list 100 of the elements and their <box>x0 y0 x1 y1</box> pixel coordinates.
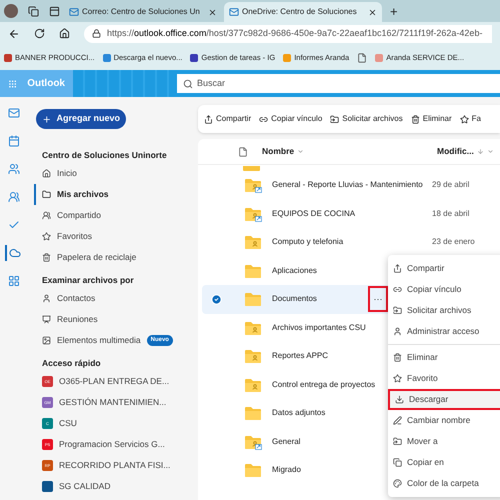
download-icon <box>395 395 404 404</box>
toolbar-button[interactable]: Compartir <box>204 113 252 125</box>
search-field[interactable]: Buscar <box>177 74 500 93</box>
shared-folder-icon <box>244 320 262 336</box>
folder-arrow-icon <box>330 114 340 124</box>
menu-item[interactable]: Cambiar nombre <box>388 410 500 431</box>
reload-icon[interactable] <box>34 28 45 39</box>
sort-arrow-icon <box>476 148 484 155</box>
column-header[interactable]: Modific... <box>437 145 494 158</box>
folder-shortcut-icon <box>244 177 262 194</box>
menu-item[interactable]: Color de la carpeta <box>388 473 500 494</box>
file-row[interactable]: EQUIPOS DE COCINA 18 de abril <box>202 200 496 228</box>
new-tab-button[interactable]: + <box>384 2 404 22</box>
mail-icon <box>69 7 79 17</box>
toolbar-button[interactable]: Eliminar <box>410 113 452 125</box>
modified-date: 29 de abril <box>432 179 470 192</box>
workspaces-icon[interactable] <box>28 6 39 16</box>
tab-actions-icon[interactable] <box>49 6 60 16</box>
star-icon <box>393 374 402 383</box>
close-icon[interactable] <box>208 8 217 16</box>
file-name[interactable]: Datos adjuntos <box>272 407 326 420</box>
menu-item[interactable]: Compartir <box>388 258 500 279</box>
nav-item[interactable]: Mis archivos <box>34 184 196 205</box>
file-name[interactable]: General <box>272 436 300 448</box>
home-icon[interactable] <box>59 28 70 39</box>
trash-icon <box>410 114 420 124</box>
file-name[interactable]: Control entrega de proyectos <box>272 378 376 391</box>
file-row[interactable]: Computo y telefonia 23 de enero <box>202 228 496 256</box>
shared-folder-icon <box>244 348 262 364</box>
file-name[interactable]: Computo y telefonia <box>272 236 344 248</box>
search-placeholder: Buscar <box>197 76 226 90</box>
folder-icon <box>244 262 262 279</box>
file-name[interactable]: General - Reporte Lluvias - Mantenimiento <box>272 179 423 192</box>
link-icon <box>393 285 402 294</box>
nav-item[interactable]: Compartido <box>36 205 196 226</box>
folder-arrow-icon <box>393 306 402 315</box>
presentation-icon <box>42 315 51 324</box>
menu-item[interactable]: Eliminar <box>388 347 500 368</box>
folder-icon <box>244 291 262 308</box>
add-new-button[interactable]: Agregar nuevo <box>36 109 126 129</box>
folder-shortcut-icon <box>244 206 262 222</box>
file-name[interactable]: Migrado <box>272 464 301 476</box>
url-text: https://outlook.office.com/host/377c982d-9686-450e-9a7c-22aeaf1bc162/7211f19f-262a-42eb- <box>107 26 482 40</box>
link-icon <box>259 114 268 124</box>
tab-title: OneDrive: Centro de Soluciones <box>242 6 358 18</box>
section-heading: Examinar archivos por <box>41 274 135 287</box>
share-icon <box>204 114 213 124</box>
modified-date: 23 de enero <box>432 236 475 248</box>
nav-item[interactable]: Papelera de reciclaje <box>36 247 196 268</box>
menu-item[interactable]: Copiar en <box>388 452 500 473</box>
nav-item[interactable]: Contactos <box>42 292 96 305</box>
calendar-icon <box>8 135 20 147</box>
grid-icon <box>8 275 20 287</box>
file-row[interactable]: General - Reporte Lluvias - Mantenimiento 29 de abril <box>202 171 496 200</box>
file-name[interactable]: Aplicaciones <box>272 264 317 277</box>
people-icon <box>42 211 51 220</box>
folder-icon <box>244 462 262 478</box>
nav-item[interactable]: Inicio <box>36 163 196 184</box>
star-icon <box>460 114 469 124</box>
people-icon <box>8 191 20 203</box>
toolbar-button[interactable]: Solicitar archivos <box>330 113 403 125</box>
search-icon <box>183 78 193 88</box>
toolbar-button[interactable]: Copiar vínculo <box>259 113 322 125</box>
caret-icon <box>486 148 494 155</box>
column-header[interactable]: Nombre <box>262 145 437 158</box>
file-name[interactable]: EQUIPOS DE COCINA <box>272 208 356 220</box>
menu-item[interactable]: Favorito <box>388 368 500 389</box>
document-icon[interactable] <box>357 52 368 62</box>
shared-folder-icon <box>244 376 262 393</box>
profile-avatar[interactable] <box>4 4 18 18</box>
folder-icon <box>244 405 262 422</box>
back-icon[interactable] <box>8 28 20 40</box>
more-options-button[interactable]: ··· <box>368 286 388 312</box>
trash-icon <box>393 353 402 362</box>
folder-arrow-icon <box>393 437 402 446</box>
nav-item[interactable]: Elementos multimedia <box>42 334 141 347</box>
browser-tab[interactable]: OneDrive: Centro de Soluciones <box>224 2 382 22</box>
address-bar[interactable]: https://outlook.office.com/host/377c982d-9686-450e-9a7c-22aeaf1bc162/7211f19f-262a-42eb- <box>84 24 492 42</box>
close-icon[interactable] <box>368 8 377 16</box>
quick-access-item[interactable]: SG CALIDAD <box>36 476 196 497</box>
mail-icon <box>8 107 20 119</box>
toolbar-button[interactable]: Fa <box>460 113 481 125</box>
selected-check-icon[interactable] <box>210 294 222 305</box>
pencil-icon <box>393 416 402 425</box>
share-icon <box>393 264 402 273</box>
modified-date: 18 de abril <box>432 208 470 220</box>
menu-item[interactable]: Descargar <box>388 389 500 410</box>
app-rail-button[interactable] <box>5 245 23 261</box>
file-name[interactable]: Archivos importantes CSU <box>272 322 366 334</box>
nav-item[interactable]: Reuniones <box>42 313 98 326</box>
menu-item[interactable]: Mover a <box>388 431 500 452</box>
folder-icon <box>243 166 260 171</box>
menu-item[interactable]: Administrar acceso <box>388 321 500 342</box>
plus-icon <box>42 114 52 124</box>
folder-icon <box>42 190 51 199</box>
home-icon <box>42 169 51 178</box>
check-icon <box>8 219 20 231</box>
nav-item[interactable]: Favoritos <box>36 226 196 247</box>
file-name[interactable]: Reportes APPC <box>272 350 328 362</box>
file-name[interactable]: Documentos <box>272 293 317 306</box>
